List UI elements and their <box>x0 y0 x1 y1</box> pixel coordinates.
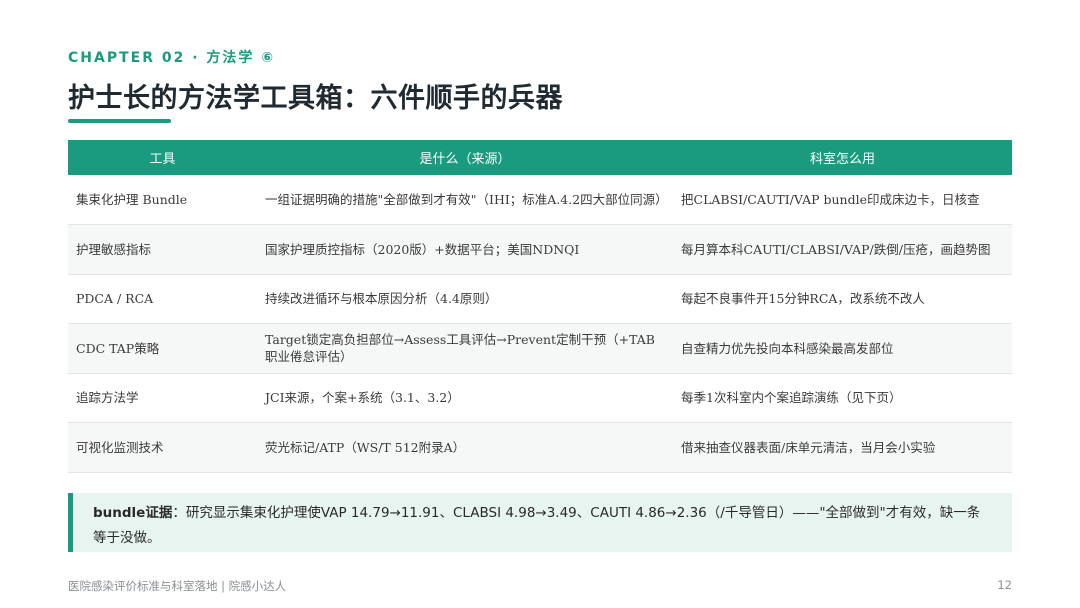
table-row: CDC TAP策略 Target锁定高负担部位→Assess工具评估→Preve… <box>68 323 1012 374</box>
cell-usage: 借来抽查仪器表面/床单元清洁，当月会小实验 <box>673 422 1012 473</box>
callout-label: bundle证据 <box>93 505 173 521</box>
title-underline <box>68 119 171 123</box>
column-header-usage: 科室怎么用 <box>673 140 1012 175</box>
cell-tool: CDC TAP策略 <box>68 323 257 374</box>
footer-text: 医院感染评价标准与科室落地 | 院感小达人 <box>68 579 287 593</box>
cell-usage: 每月算本科CAUTI/CLABSI/VAP/跌倒/压疮，画趋势图 <box>673 224 1012 275</box>
cell-tool: 集束化护理 Bundle <box>68 175 257 225</box>
cell-usage: 每季1次科室内个案追踪演练（见下页） <box>673 373 1012 423</box>
page-number: 12 <box>997 578 1012 592</box>
table-row: 可视化监测技术 荧光标记/ATP（WS/T 512附录A） 借来抽查仪器表面/床… <box>68 422 1012 473</box>
cell-tool: 追踪方法学 <box>68 373 257 423</box>
table-row: PDCA / RCA 持续改进循环与根本原因分析（4.4原则） 每起不良事件开1… <box>68 274 1012 324</box>
cell-what: 荧光标记/ATP（WS/T 512附录A） <box>257 422 673 473</box>
cell-usage: 自查精力优先投向本科感染最高发部位 <box>673 323 1012 374</box>
callout-text: ：研究显示集束化护理使VAP 14.79→11.91、CLABSI 4.98→3… <box>93 505 981 546</box>
cell-tool: PDCA / RCA <box>68 274 257 324</box>
page-title: 护士长的方法学工具箱：六件顺手的兵器 <box>68 83 563 114</box>
tools-table: 工具 是什么（来源） 科室怎么用 集束化护理 Bundle 一组证据明确的措施"… <box>68 140 1012 473</box>
table-row: 追踪方法学 JCI来源，个案+系统（3.1、3.2） 每季1次科室内个案追踪演练… <box>68 373 1012 423</box>
cell-tool: 可视化监测技术 <box>68 422 257 473</box>
table-header-row: 工具 是什么（来源） 科室怎么用 <box>68 140 1012 175</box>
table-row: 护理敏感指标 国家护理质控指标（2020版）+数据平台；美国NDNQI 每月算本… <box>68 224 1012 275</box>
cell-what: 一组证据明确的措施"全部做到才有效"（IHI；标准A.4.2四大部位同源） <box>257 175 673 225</box>
chapter-label: CHAPTER 02 · 方法学 ⑥ <box>68 50 276 66</box>
cell-tool: 护理敏感指标 <box>68 224 257 275</box>
cell-what: Target锁定高负担部位→Assess工具评估→Prevent定制干预（+TA… <box>257 323 673 374</box>
column-header-tool: 工具 <box>68 140 257 175</box>
cell-usage: 每起不良事件开15分钟RCA，改系统不改人 <box>673 274 1012 324</box>
column-header-what: 是什么（来源） <box>257 140 673 175</box>
evidence-callout: bundle证据：研究显示集束化护理使VAP 14.79→11.91、CLABS… <box>68 493 1012 552</box>
table-row: 集束化护理 Bundle 一组证据明确的措施"全部做到才有效"（IHI；标准A.… <box>68 175 1012 225</box>
cell-what: 国家护理质控指标（2020版）+数据平台；美国NDNQI <box>257 224 673 275</box>
cell-usage: 把CLABSI/CAUTI/VAP bundle印成床边卡，日核查 <box>673 175 1012 225</box>
cell-what: 持续改进循环与根本原因分析（4.4原则） <box>257 274 673 324</box>
cell-what: JCI来源，个案+系统（3.1、3.2） <box>257 373 673 423</box>
